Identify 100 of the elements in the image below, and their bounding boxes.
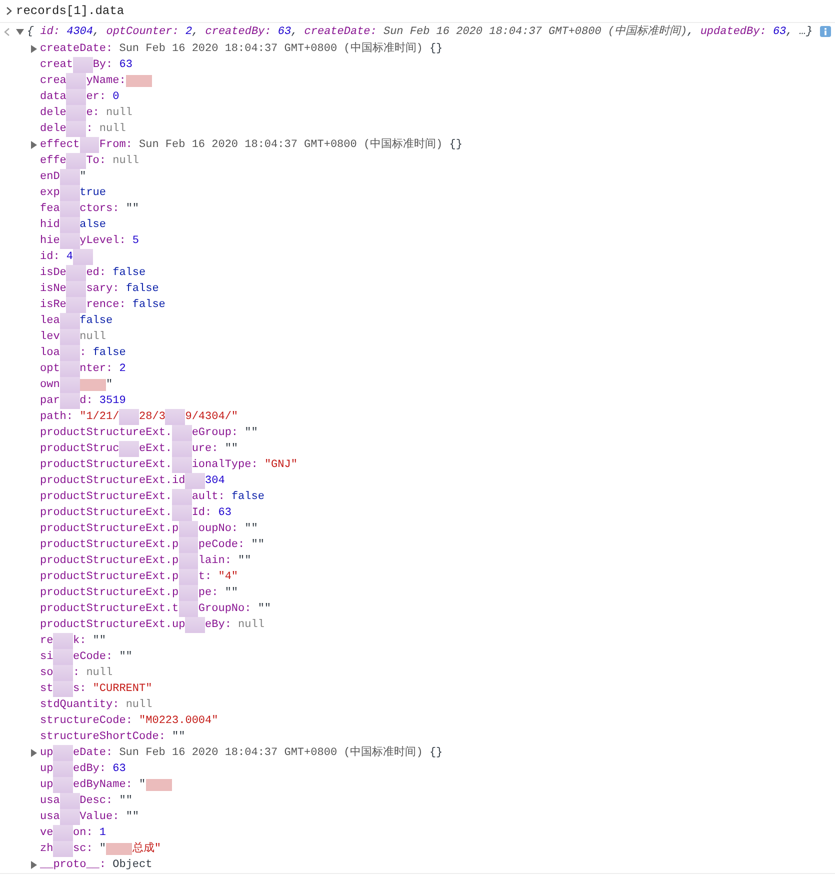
expand-arrow-icon[interactable] [30,861,38,869]
smudge [53,745,73,761]
smudge [60,793,80,809]
property-name: structureCode: [40,714,132,729]
smudge [60,201,80,217]
property-value: false [126,282,159,297]
property-name: id: [40,250,60,265]
property-name: peCode: [198,538,245,553]
smudge [53,761,73,777]
punctuation: "" [119,794,132,809]
smudge [60,361,80,377]
property-name: updatedBy: [700,25,766,40]
property-value: true [80,186,106,201]
property-name: ionalType: [192,458,258,473]
property-name: edByName: [73,778,132,793]
smudge [66,153,86,169]
property-value: false [132,298,166,313]
result-chevron-icon [4,28,10,36]
smudge [66,73,86,89]
redaction-block [126,75,152,87]
property-value: false [112,266,146,281]
smudge [172,489,192,505]
property-name: e: [86,106,100,121]
punctuation: " [80,170,86,185]
property-value: "GNJ" [264,458,298,473]
property-name: productStructureExt. [40,490,172,505]
property-value: 5 [132,234,140,249]
smudge [53,633,73,649]
property-name: productStructureExt. [40,426,172,441]
smudge [66,265,86,281]
punctuation: {} [449,138,462,153]
property-name: id: [40,25,60,40]
property-name: lev [40,330,60,345]
property-name: productStructureExt.p [40,554,179,569]
redaction-block [80,379,106,391]
property-name: st [40,682,54,697]
smudge [73,249,93,265]
property-value: alse [80,218,106,233]
property-name: lea [40,314,60,329]
smudge [60,345,80,361]
property-value: 2 [119,362,126,377]
property-name: Value: [80,810,120,825]
property-name: on: [73,826,93,841]
property-name: productStructureExt.p [40,522,179,537]
punctuation: "" [238,554,252,569]
property-value: 63 [772,25,786,40]
property-name: d: [80,394,93,409]
property-value: 63 [119,58,132,73]
property-value: null [112,154,140,169]
property-name: dele [40,106,66,121]
property-name: sary: [86,282,120,297]
property-value: null [99,122,126,137]
property-value: 63 [112,762,126,777]
punctuation: "" [224,442,238,457]
collapse-arrow-icon[interactable] [16,28,24,36]
property-name: eCode: [73,650,113,665]
expand-arrow-icon[interactable] [30,45,38,53]
smudge [60,217,80,233]
smudge [60,185,80,201]
property-name: ure: [192,442,218,457]
property-value: 0 [112,90,120,105]
property-name: s: [73,682,86,697]
property-name: er: [86,90,106,105]
smudge [66,297,86,313]
smudge [73,57,93,73]
property-value: 1 [99,826,106,841]
property-name: isRe [40,298,66,313]
property-name: hid [40,218,60,233]
property-name: re [40,634,54,649]
smudge [178,553,198,569]
property-name: eExt. [139,442,172,457]
punctuation: { [27,25,34,40]
property-name: productStructureExt.t [40,602,179,617]
expand-arrow-icon[interactable] [30,141,38,149]
punctuation: " [139,778,146,793]
punctuation: Object [112,858,152,873]
smudge [172,425,192,441]
expand-arrow-icon[interactable] [30,749,38,757]
smudge [172,441,192,457]
property-name: ault: [192,490,225,505]
smudge [53,841,73,857]
smudge [66,105,86,121]
property-name: GroupNo: [198,602,252,617]
property-value: Sun Feb 16 2020 18:04:37 GMT+0800 (中国标准时间) [139,137,443,153]
property-name: isNe [40,282,66,297]
property-value: null [126,698,152,713]
punctuation: "" [258,602,272,617]
property-value: Sun Feb 16 2020 18:04:37 GMT+0800 (中国标准时间) [119,745,423,761]
property-name: hie [40,234,60,249]
smudge [185,617,206,633]
property-name: yName: [86,74,126,89]
property-name: si [40,650,54,665]
property-name: edBy: [73,762,106,777]
property-name: path: [40,410,74,425]
smudge [60,377,80,393]
property-name: Desc: [80,794,113,809]
punctuation: , [192,25,199,40]
smudge [66,89,86,105]
smudge [119,409,140,425]
property-value: 63 [218,506,232,521]
